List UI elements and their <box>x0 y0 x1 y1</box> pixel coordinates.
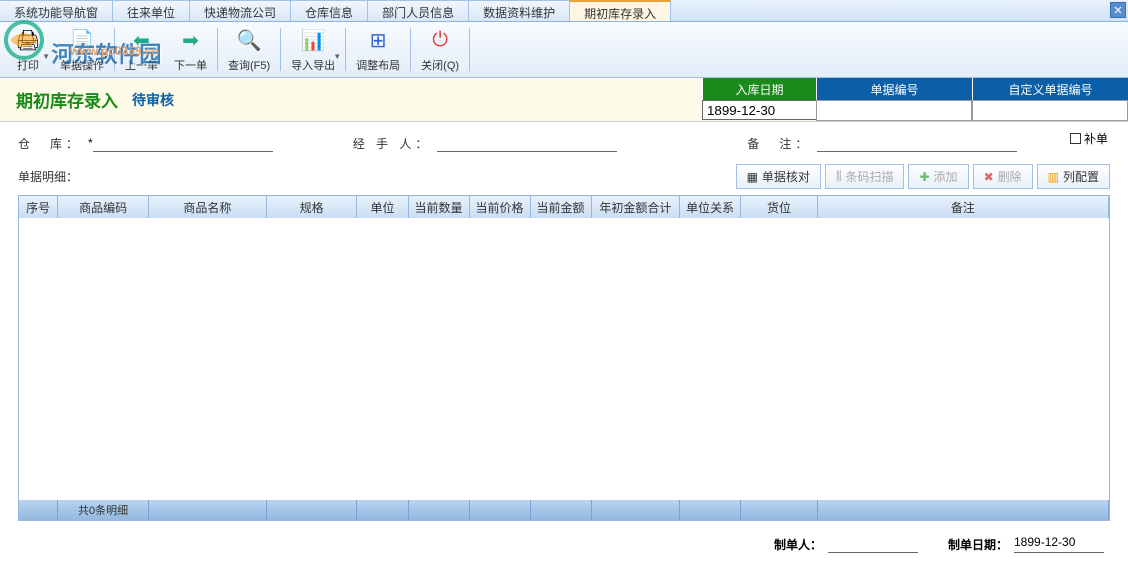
date-header: 入库日期 <box>702 78 816 100</box>
document-icon: 📄 <box>68 27 96 55</box>
column-header[interactable]: 单位 <box>357 196 408 218</box>
maker-label: 制单人： <box>774 536 822 553</box>
search-button[interactable]: 🔍 查询(F5) <box>220 24 278 75</box>
tab-warehouse[interactable]: 仓库信息 <box>291 0 368 21</box>
warehouse-input[interactable] <box>93 134 273 152</box>
custom-order-input[interactable] <box>972 100 1128 121</box>
check-icon: ▦ <box>747 170 758 184</box>
checkbox-icon <box>1070 133 1081 144</box>
printer-icon: 🖨 <box>14 27 42 55</box>
supplement-checkbox[interactable]: 补单 <box>1070 130 1108 147</box>
toolbar: 🖨 打印 ▼ 📄 单据操作 ▼ ⬅ 上一单 ➡ 下一单 🔍 查询(F5) 📊 导… <box>0 22 1128 78</box>
title-area: 期初库存录入 待审核 入库日期 ▼ 单据编号 自定义单据编号 <box>0 78 1128 122</box>
column-header[interactable]: 当前价格 <box>470 196 531 218</box>
close-button[interactable]: ⏻ 关闭(Q) <box>413 24 467 75</box>
order-input[interactable] <box>816 100 972 121</box>
remark-label: 备 注： <box>747 135 811 152</box>
page-title: 期初库存录入 <box>16 87 118 112</box>
column-header[interactable]: 商品名称 <box>149 196 267 218</box>
maker-value <box>828 535 918 553</box>
arrow-left-icon: ⬅ <box>128 27 156 55</box>
column-header[interactable]: 备注 <box>818 196 1109 218</box>
grid-header: 序号商品编码商品名称规格单位当前数量当前价格当前金额年初金额合计单位关系货位备注 <box>19 196 1109 218</box>
add-button[interactable]: ✚添加 <box>908 164 968 189</box>
detail-label: 单据明细： <box>18 168 78 185</box>
next-button[interactable]: ➡ 下一单 <box>166 24 215 75</box>
excel-icon: 📊 <box>299 27 327 55</box>
footer-cell <box>267 500 358 520</box>
layout-button[interactable]: ⊞ 调整布局 <box>348 24 408 75</box>
footer-cell <box>592 500 681 520</box>
doc-ops-button[interactable]: 📄 单据操作 ▼ <box>52 24 112 75</box>
remark-input[interactable] <box>817 134 1017 152</box>
plus-icon: ✚ <box>919 170 929 184</box>
footer-cell <box>741 500 818 520</box>
footer-cell <box>470 500 531 520</box>
column-header[interactable]: 年初金额合计 <box>592 196 681 218</box>
footer-cell <box>818 500 1109 520</box>
column-header[interactable]: 货位 <box>741 196 818 218</box>
warehouse-label: 仓 库： <box>18 135 82 152</box>
chevron-down-icon: ▼ <box>42 52 50 61</box>
close-icon[interactable]: ✕ <box>1110 2 1126 18</box>
makedate-label: 制单日期： <box>948 536 1008 553</box>
config-button[interactable]: ▥列配置 <box>1037 164 1110 189</box>
handler-label: 经 手 人： <box>353 135 432 152</box>
scan-button[interactable]: ⫼条码扫描 <box>825 164 905 189</box>
prev-button[interactable]: ⬅ 上一单 <box>117 24 166 75</box>
columns-icon: ▥ <box>1048 170 1059 184</box>
column-header[interactable]: 规格 <box>267 196 358 218</box>
tab-contacts[interactable]: 往来单位 <box>113 0 190 21</box>
barcode-icon: ⫼ <box>836 169 842 184</box>
tab-staff[interactable]: 部门人员信息 <box>368 0 469 21</box>
tab-datamaint[interactable]: 数据资料维护 <box>469 0 570 21</box>
chevron-down-icon: ▼ <box>333 52 341 61</box>
tab-express[interactable]: 快递物流公司 <box>190 0 291 21</box>
power-icon: ⏻ <box>426 27 454 55</box>
grid-body[interactable] <box>19 218 1109 500</box>
footer-cell <box>19 500 58 520</box>
search-icon: 🔍 <box>235 27 263 55</box>
footer-bar: 制单人： 制单日期： 1899-12-30 <box>0 525 1128 563</box>
arrow-right-icon: ➡ <box>177 27 205 55</box>
column-header[interactable]: 当前数量 <box>409 196 470 218</box>
handler-input[interactable] <box>437 134 617 152</box>
makedate-value: 1899-12-30 <box>1014 535 1104 553</box>
tab-nav[interactable]: 系统功能导航窗 <box>0 0 113 21</box>
check-button[interactable]: ▦单据核对 <box>736 164 821 189</box>
column-header[interactable]: 单位关系 <box>680 196 741 218</box>
x-icon: ✖ <box>984 170 994 184</box>
order-header: 单据编号 <box>816 78 972 100</box>
import-export-button[interactable]: 📊 导入导出 ▼ <box>283 24 343 75</box>
date-field[interactable]: ▼ <box>702 100 816 120</box>
grid-footer: 共0条明细 <box>19 500 1109 520</box>
tab-initstock[interactable]: 期初库存录入 <box>570 0 671 21</box>
custom-header: 自定义单据编号 <box>972 78 1128 100</box>
footer-cell <box>531 500 592 520</box>
column-header[interactable]: 商品编码 <box>58 196 149 218</box>
footer-cell <box>149 500 267 520</box>
footer-cell <box>680 500 741 520</box>
footer-cell <box>409 500 470 520</box>
form-area: 补单 仓 库： * 经 手 人： 备 注： 单据明细： ▦单据核对 ⫼条码扫描 … <box>0 122 1128 525</box>
grid-icon: ⊞ <box>364 27 392 55</box>
footer-cell <box>357 500 408 520</box>
column-header[interactable]: 当前金额 <box>531 196 592 218</box>
footer-cell: 共0条明细 <box>58 500 149 520</box>
data-grid: 序号商品编码商品名称规格单位当前数量当前价格当前金额年初金额合计单位关系货位备注… <box>18 195 1110 521</box>
tab-bar: 系统功能导航窗 往来单位 快递物流公司 仓库信息 部门人员信息 数据资料维护 期… <box>0 0 1128 22</box>
delete-button[interactable]: ✖删除 <box>973 164 1033 189</box>
column-header[interactable]: 序号 <box>19 196 58 218</box>
print-button[interactable]: 🖨 打印 ▼ <box>4 24 52 75</box>
status-badge: 待审核 <box>132 90 174 110</box>
chevron-down-icon: ▼ <box>102 52 110 61</box>
